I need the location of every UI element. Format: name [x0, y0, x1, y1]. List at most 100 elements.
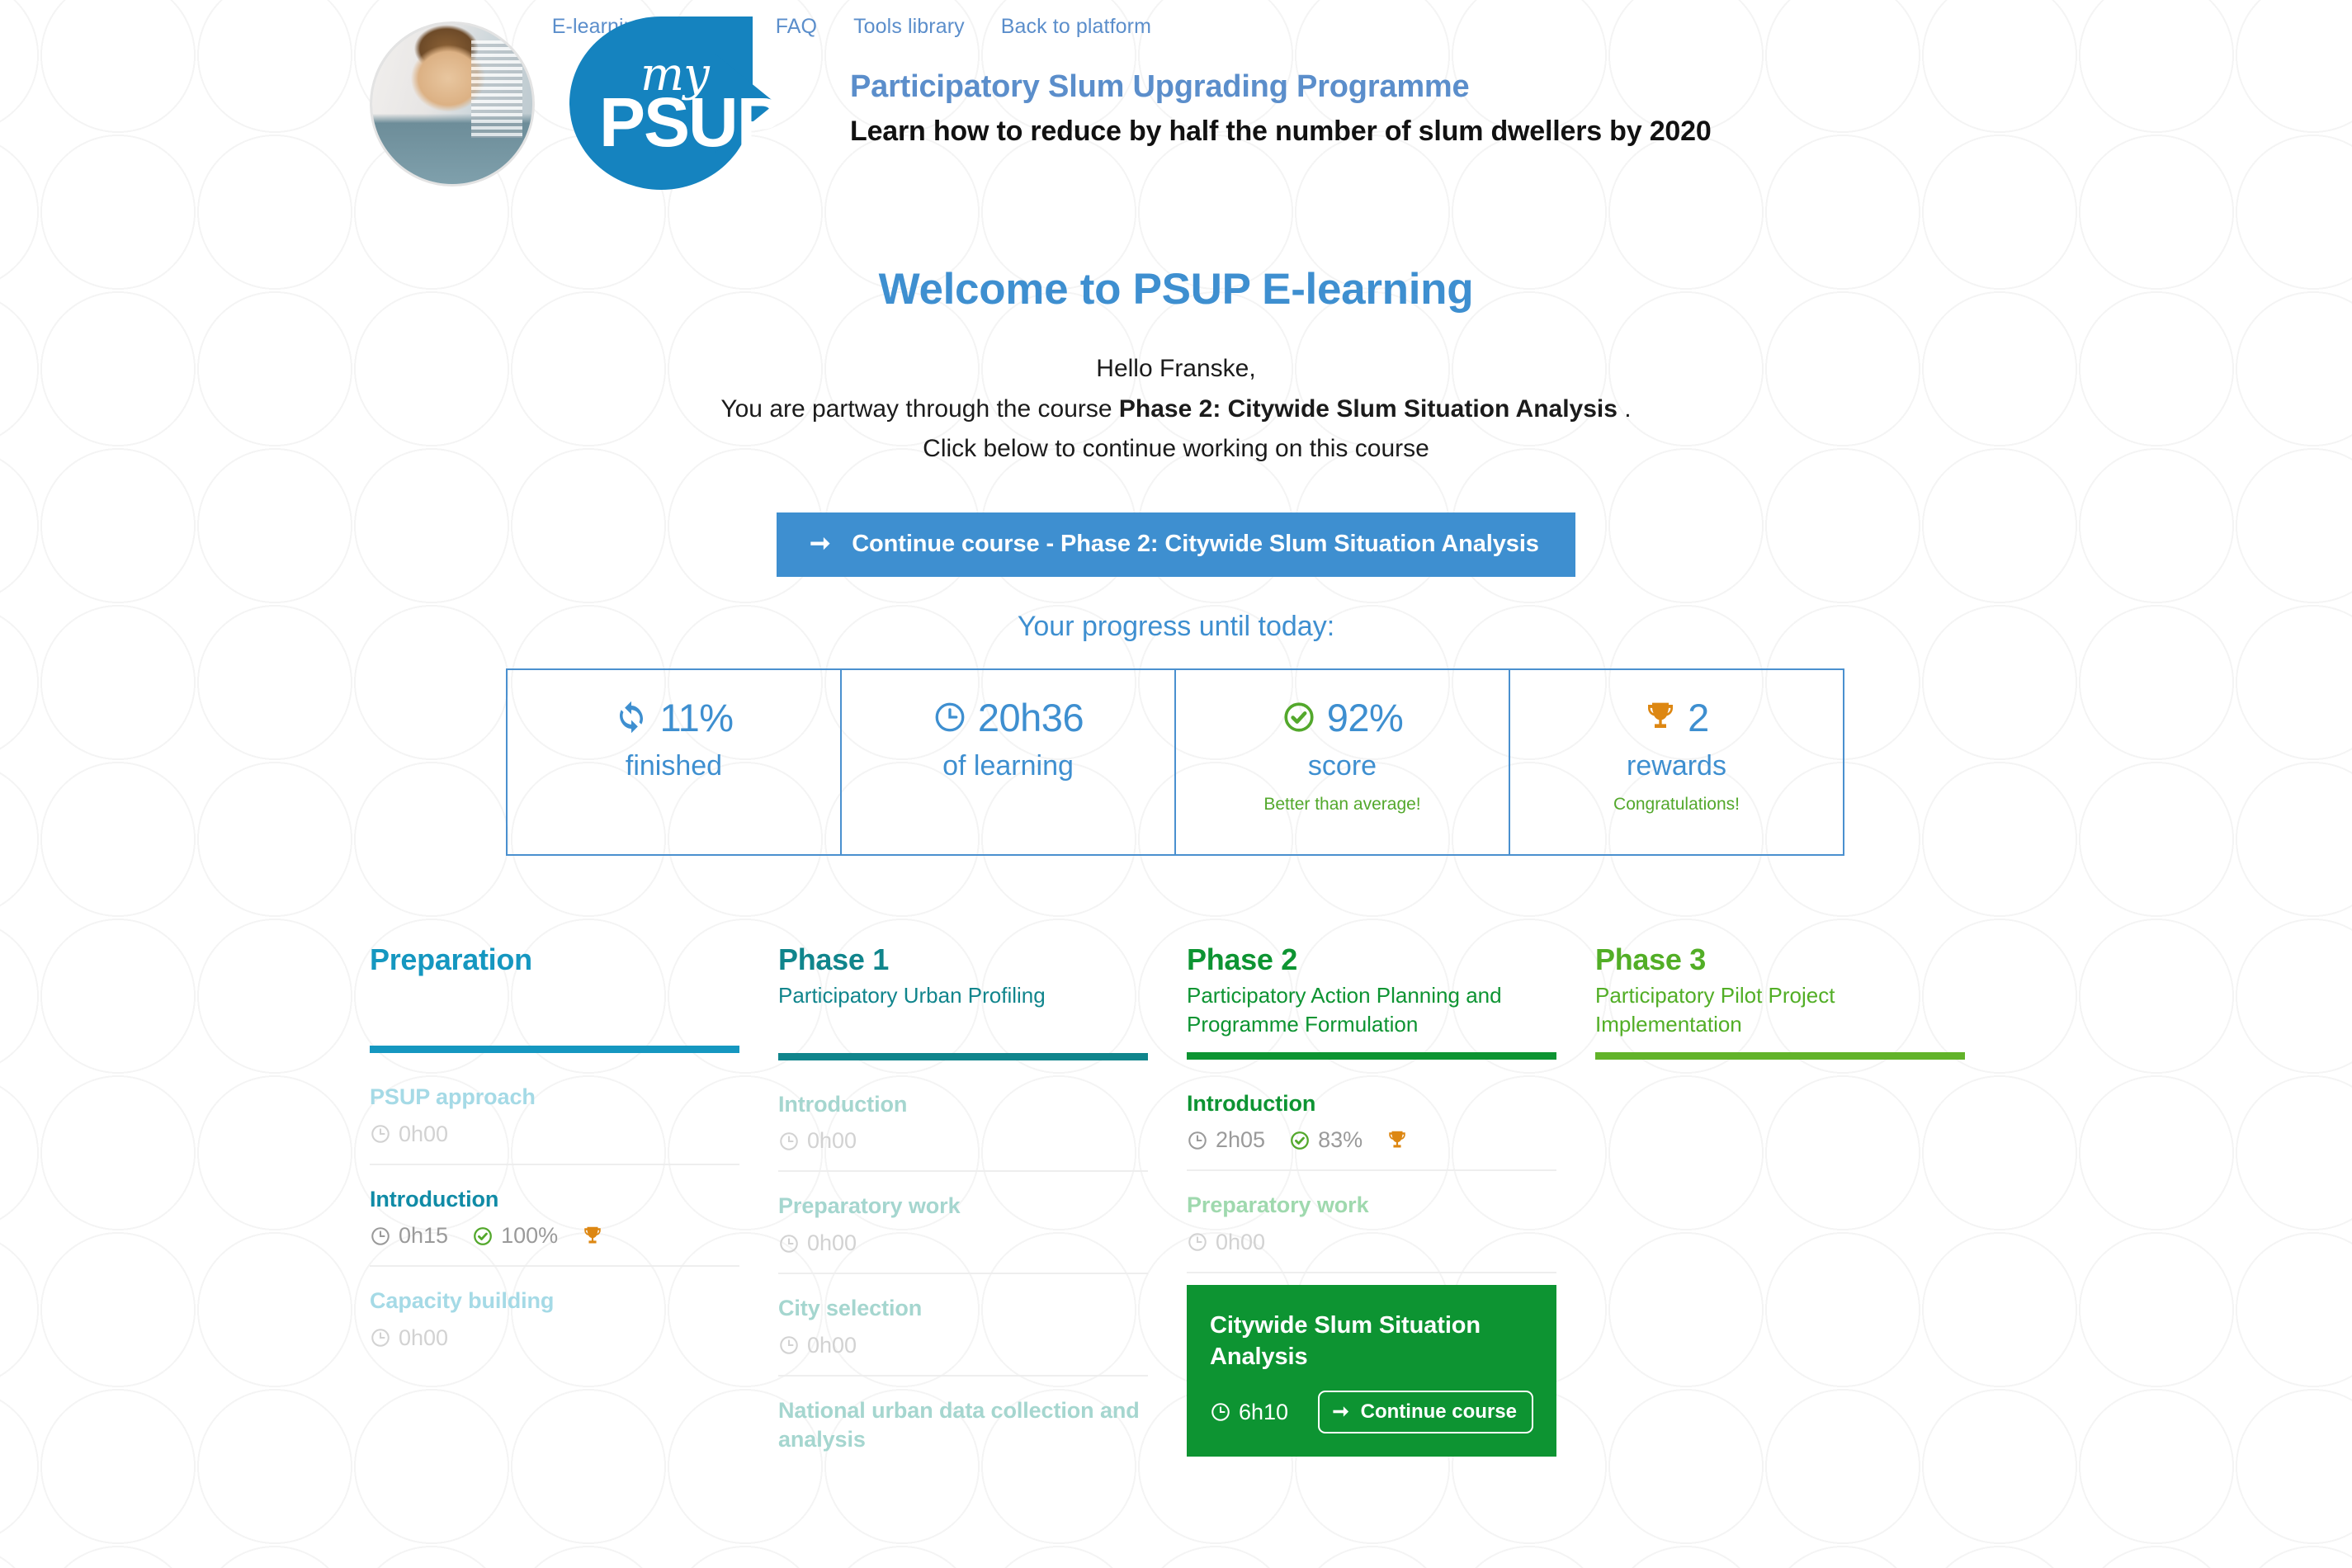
module-duration: 6h10: [1210, 1399, 1289, 1424]
module-row[interactable]: City selection 0h00: [778, 1274, 1148, 1377]
trophy-icon: [1644, 701, 1677, 734]
module-score: 100%: [472, 1225, 558, 1247]
progress-line-suffix: .: [1617, 394, 1632, 423]
module-meta: 2h05 83%: [1187, 1129, 1556, 1151]
phase-title: Phase 3: [1595, 942, 1706, 976]
module-name: Introduction: [1187, 1090, 1316, 1116]
phase-divider-bar: [778, 1052, 1148, 1060]
module-duration: 0h00: [778, 1334, 857, 1357]
check-circle-icon: [1289, 1130, 1311, 1151]
module-duration-value: 0h00: [1216, 1229, 1266, 1254]
trophy-icon: [582, 1226, 603, 1247]
stat-rewards-value: 2: [1688, 695, 1709, 739]
module-duration-value: 6h10: [1239, 1399, 1289, 1424]
phase-subtitle: Participatory Action Planning and Progra…: [1187, 983, 1502, 1037]
module-meta: 0h00: [1187, 1229, 1556, 1254]
call-to-action-line: Click below to continue working on this …: [923, 435, 1429, 463]
stat-learning-time-value: 20h36: [977, 695, 1084, 739]
module-name: Citywide Slum Situation Analysis: [1210, 1311, 1481, 1371]
module-row[interactable]: Capacity building 0h00: [370, 1267, 739, 1367]
module-name: Introduction: [778, 1091, 908, 1117]
progress-line-prefix: You are partway through the course: [720, 394, 1119, 423]
module-duration-value: 0h00: [399, 1121, 449, 1146]
nav-link-tools-library[interactable]: Tools library: [853, 15, 965, 39]
module-name: Capacity building: [370, 1288, 555, 1314]
stat-rewards: 2 rewards Congratulations!: [1510, 670, 1843, 854]
module-list: PSUP approach 0h00 Introduction 0h15 100% Cap…: [370, 1063, 739, 1367]
module-duration: 0h00: [370, 1325, 449, 1350]
clock-icon: [370, 1123, 391, 1145]
clock-icon: [1210, 1401, 1231, 1423]
arrow-right-icon: ➞: [810, 530, 831, 558]
phase-columns: Preparation PSUP approach 0h00 Introduction…: [370, 941, 2020, 1473]
phase-column-1: Preparation PSUP approach 0h00 Introduction…: [370, 941, 778, 1473]
refresh-icon: [614, 700, 649, 734]
logo-text-psup: PSUP: [599, 83, 783, 161]
module-meta: 0h00: [778, 1232, 1148, 1254]
module-duration-value: 0h00: [399, 1325, 449, 1350]
module-card-active[interactable]: Citywide Slum Situation Analysis 6h10 ➞ Con…: [1187, 1284, 1556, 1457]
module-duration: 2h05: [1187, 1129, 1265, 1151]
module-row[interactable]: Introduction 2h05 83%: [1187, 1070, 1556, 1172]
clock-icon: [1187, 1130, 1208, 1151]
module-duration-value: 0h00: [807, 1230, 857, 1256]
phase-column-3: Phase 2 Participatory Action Planning and…: [1187, 941, 1595, 1473]
stat-learning-time: 20h36 of learning: [842, 670, 1176, 854]
module-meta: 0h15 100%: [370, 1225, 739, 1247]
clock-icon: [778, 1233, 800, 1254]
phase-divider-bar: [1187, 1051, 1556, 1060]
programme-title: Participatory Slum Upgrading Programme: [850, 69, 1470, 104]
stat-finished: 11% finished: [508, 670, 842, 854]
stat-learning-time-label: of learning: [942, 750, 1074, 782]
module-duration-value: 2h05: [1216, 1127, 1266, 1153]
phase-title: Preparation: [370, 942, 532, 976]
module-meta: 0h00: [370, 1325, 739, 1350]
greeting-line: Hello Franske,: [1096, 355, 1256, 382]
stat-finished-label: finished: [625, 750, 723, 782]
course-progress-line: You are partway through the course Phase…: [0, 390, 2352, 430]
module-meta: 0h00: [778, 1334, 1148, 1357]
stat-score-note: Better than average!: [1263, 795, 1421, 814]
module-meta: 0h00: [778, 1130, 1148, 1152]
module-duration-value: 0h00: [807, 1332, 857, 1358]
nav-link-back-to-platform[interactable]: Back to platform: [1001, 15, 1151, 39]
module-duration: 0h00: [1187, 1229, 1266, 1254]
module-name: Preparatory work: [778, 1193, 961, 1219]
progress-heading: Your progress until today:: [1017, 611, 1335, 642]
welcome-section: Welcome to PSUP E-learning Hello Franske…: [0, 264, 2352, 577]
module-meta: 6h10 ➞ Continue course: [1210, 1391, 1533, 1434]
module-name: Preparatory work: [1187, 1193, 1369, 1218]
module-row[interactable]: National urban data collection and analy…: [778, 1377, 1148, 1473]
module-row[interactable]: Introduction 0h00: [778, 1070, 1148, 1173]
continue-course-button[interactable]: ➞ Continue course - Phase 2: Citywide Sl…: [777, 512, 1575, 577]
check-circle-icon: [1282, 700, 1316, 734]
clock-icon: [370, 1327, 391, 1348]
module-duration: 0h00: [778, 1232, 857, 1254]
phase-divider-bar: [370, 1046, 739, 1053]
mypsup-logo[interactable]: my PSUP: [569, 17, 792, 190]
module-name: National urban data collection and analy…: [778, 1397, 1140, 1452]
stat-score: 92% score Better than average!: [1176, 670, 1510, 854]
module-duration: 0h15: [370, 1225, 448, 1247]
stat-score-value: 92%: [1326, 695, 1404, 739]
module-name: Introduction: [370, 1186, 499, 1211]
arrow-right-icon: ➞: [1332, 1400, 1349, 1424]
module-row[interactable]: Preparatory work 0h00: [778, 1172, 1148, 1275]
user-avatar[interactable]: [370, 21, 535, 187]
phase-title: Phase 2: [1187, 942, 1297, 976]
module-row[interactable]: PSUP approach 0h00: [370, 1063, 739, 1165]
page-title: Welcome to PSUP E-learning: [878, 265, 1474, 314]
stat-rewards-note: Congratulations!: [1613, 795, 1740, 814]
stat-score-label: score: [1307, 750, 1377, 782]
module-row[interactable]: Introduction 0h15 100%: [370, 1165, 739, 1268]
phase-column-4: Phase 3 Participatory Pilot Project Imple…: [1595, 941, 2004, 1473]
progress-stats-panel: 11% finished 20h36 of learning 92% score…: [506, 668, 1844, 856]
module-duration: 0h00: [778, 1130, 857, 1152]
module-row[interactable]: Preparatory work 0h00: [1187, 1171, 1556, 1273]
card-continue-course-button[interactable]: ➞ Continue course: [1317, 1391, 1533, 1434]
header-title-block: Participatory Slum Upgrading Programme L…: [850, 68, 1712, 150]
module-duration-value: 0h00: [807, 1128, 857, 1154]
module-duration: 0h00: [370, 1121, 449, 1146]
clock-icon: [370, 1226, 391, 1247]
module-meta: 0h00: [370, 1121, 739, 1146]
